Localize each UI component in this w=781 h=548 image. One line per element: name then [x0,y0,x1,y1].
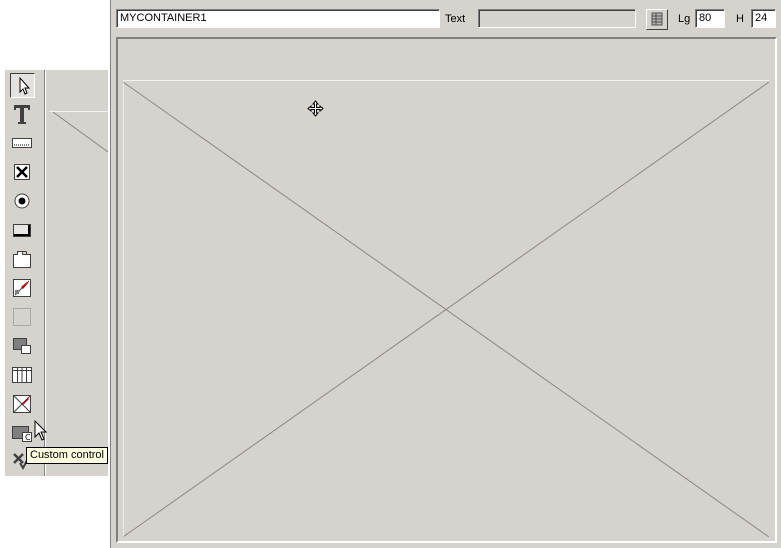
height-label: H [736,13,744,25]
container-placeholder[interactable] [123,82,769,537]
arrow-pointer-icon [19,76,31,95]
table-tool[interactable] [10,363,35,388]
mouse-cursor-icon [34,420,48,441]
image-icon [13,279,31,297]
static-text-tool[interactable] [10,102,35,127]
preview-diagonal [53,112,108,152]
image-tool[interactable] [10,276,35,301]
control-name-field[interactable]: MYCONTAINER1 [116,9,440,28]
container-icon [13,338,31,354]
properties-bar: MYCONTAINER1 Text Lg 80 H 24 [112,6,779,32]
text-field[interactable] [478,9,636,28]
edit-field-tool[interactable] [10,131,35,156]
table-icon [12,367,32,383]
tooltip: Custom control [26,447,108,464]
checkbox-icon [14,164,30,180]
pointer-tool[interactable] [10,73,35,98]
move-cursor-icon [307,100,324,117]
svg-text:C: C [25,433,31,442]
activex-icon [13,395,31,413]
canvas-guide-line [123,80,769,81]
button-tool[interactable] [10,218,35,243]
toolbox-separator[interactable] [44,70,46,476]
radio-button-tool[interactable] [10,189,35,214]
custom-control-tool[interactable]: C [10,421,35,446]
text-label: Text [445,13,466,25]
cell-tool[interactable] [10,305,35,330]
activex-tool[interactable] [10,392,35,417]
custom-control-icon: C [12,426,32,442]
width-field[interactable]: 80 [695,9,725,28]
grid-list-icon [651,12,663,26]
text-t-icon [14,105,30,124]
tab-tool[interactable] [10,247,35,272]
cell-icon [13,308,31,326]
properties-button[interactable] [646,9,668,30]
radio-button-icon [14,193,30,209]
push-button-icon [13,224,31,237]
width-label: Lg [678,13,691,25]
checkbox-tool[interactable] [10,160,35,185]
height-field[interactable]: 24 [751,9,776,28]
container-tool[interactable] [10,334,35,359]
tab-control-icon [13,251,31,268]
edit-field-icon [12,138,32,148]
